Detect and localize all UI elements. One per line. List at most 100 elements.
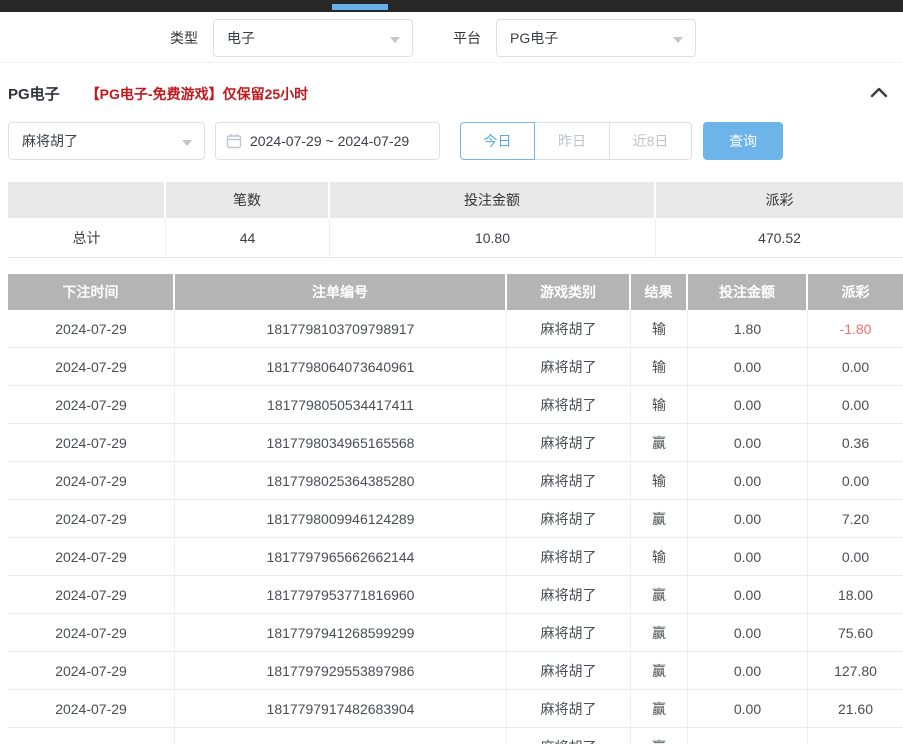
bet-amount-cell bbox=[688, 728, 808, 744]
bets-rows: 2024-07-29 1817798103709798917 麻将胡了 输 1.… bbox=[8, 310, 903, 744]
bet-date-cell: 2024-07-29 bbox=[8, 614, 175, 651]
bet-amount-cell: 0.00 bbox=[688, 652, 808, 689]
table-row: 2024-07-29 1817798009946124289 麻将胡了 赢 0.… bbox=[8, 500, 903, 538]
bet-amount-cell: 0.00 bbox=[688, 500, 808, 537]
order-number-cell: 1817798025364385280 bbox=[175, 462, 507, 499]
payout-cell bbox=[808, 728, 903, 744]
summary-total-label: 总计 bbox=[8, 218, 166, 257]
result-cell: 赢 bbox=[631, 652, 688, 689]
summary-bet-value: 10.80 bbox=[330, 218, 656, 257]
col-bet-time: 下注时间 bbox=[8, 274, 175, 310]
bet-amount-cell: 0.00 bbox=[688, 690, 808, 727]
payout-cell: 127.80 bbox=[808, 652, 903, 689]
bet-date-cell: 2024-07-29 bbox=[8, 462, 175, 499]
type-select[interactable]: 电子 bbox=[213, 19, 413, 57]
calendar-icon bbox=[226, 133, 242, 149]
platform-select[interactable]: PG电子 bbox=[496, 19, 696, 57]
search-button[interactable]: 查询 bbox=[703, 122, 783, 160]
summary-header-payout: 派彩 bbox=[656, 182, 903, 218]
bet-amount-cell: 0.00 bbox=[688, 576, 808, 613]
bet-date-cell: 2024-07-29 bbox=[8, 500, 175, 537]
bet-date-cell: 2024-07-29 bbox=[8, 424, 175, 461]
panel-notice: 【PG电子-免费游戏】仅保留25小时 bbox=[86, 84, 308, 104]
last8days-button[interactable]: 近8日 bbox=[610, 122, 692, 160]
order-number-cell: 1817797929553897986 bbox=[175, 652, 507, 689]
game-type-cell: 麻将胡了 bbox=[507, 310, 631, 347]
game-type-cell: 麻将胡了 bbox=[507, 462, 631, 499]
game-select-value: 麻将胡了 bbox=[22, 131, 78, 151]
today-button[interactable]: 今日 bbox=[460, 122, 535, 160]
table-row: 2024-07-29 1817797965662662144 麻将胡了 输 0.… bbox=[8, 538, 903, 576]
top-filter-row: 类型 电子 平台 PG电子 bbox=[170, 19, 696, 57]
type-select-value: 电子 bbox=[227, 28, 255, 48]
game-type-cell: 麻将胡了 bbox=[507, 386, 631, 423]
game-type-cell: 麻将胡了 bbox=[507, 538, 631, 575]
table-row: 麻将胡了 赢 bbox=[8, 728, 903, 744]
game-type-cell: 麻将胡了 bbox=[507, 728, 631, 744]
platform-select-value: PG电子 bbox=[510, 28, 558, 48]
order-number-cell: 1817797965662662144 bbox=[175, 538, 507, 575]
bet-date-cell: 2024-07-29 bbox=[8, 576, 175, 613]
collapse-chevron-up-icon[interactable] bbox=[867, 81, 891, 105]
summary-payout-value: 470.52 bbox=[656, 218, 903, 257]
result-cell: 赢 bbox=[631, 614, 688, 651]
table-row: 2024-07-29 1817798064073640961 麻将胡了 输 0.… bbox=[8, 348, 903, 386]
date-range-picker[interactable]: 2024-07-29 ~ 2024-07-29 bbox=[215, 122, 440, 160]
order-number-cell: 1817798034965165568 bbox=[175, 424, 507, 461]
bet-date-cell: 2024-07-29 bbox=[8, 348, 175, 385]
quick-date-button-group: 今日 昨日 近8日 bbox=[460, 122, 692, 160]
bet-amount-cell: 0.00 bbox=[688, 348, 808, 385]
order-number-cell: 1817798009946124289 bbox=[175, 500, 507, 537]
bet-date-cell: 2024-07-29 bbox=[8, 310, 175, 347]
result-cell: 输 bbox=[631, 538, 688, 575]
summary-header-count: 笔数 bbox=[166, 182, 330, 218]
order-number-cell bbox=[175, 728, 507, 744]
result-cell: 输 bbox=[631, 310, 688, 347]
bets-table: 下注时间 注单编号 游戏类别 结果 投注金额 派彩 2024-07-29 181… bbox=[8, 274, 903, 744]
game-type-cell: 麻将胡了 bbox=[507, 500, 631, 537]
result-cell: 输 bbox=[631, 462, 688, 499]
table-row: 2024-07-29 1817798034965165568 麻将胡了 赢 0.… bbox=[8, 424, 903, 462]
order-number-cell: 1817797917482683904 bbox=[175, 690, 507, 727]
game-select[interactable]: 麻将胡了 bbox=[8, 122, 205, 160]
bet-amount-cell: 0.00 bbox=[688, 386, 808, 423]
game-type-cell: 麻将胡了 bbox=[507, 614, 631, 651]
table-row: 2024-07-29 1817797953771816960 麻将胡了 赢 0.… bbox=[8, 576, 903, 614]
order-number-cell: 1817797953771816960 bbox=[175, 576, 507, 613]
col-order-no: 注单编号 bbox=[175, 274, 507, 310]
game-type-cell: 麻将胡了 bbox=[507, 576, 631, 613]
summary-total-row: 总计 44 10.80 470.52 bbox=[8, 218, 903, 258]
panel-header: PG电子 【PG电子-免费游戏】仅保留25小时 bbox=[8, 83, 895, 104]
order-number-cell: 1817798064073640961 bbox=[175, 348, 507, 385]
type-label: 类型 bbox=[170, 28, 198, 48]
col-bet-amount: 投注金额 bbox=[688, 274, 808, 310]
bet-date-cell: 2024-07-29 bbox=[8, 690, 175, 727]
bet-amount-cell: 0.00 bbox=[688, 462, 808, 499]
result-cell: 赢 bbox=[631, 690, 688, 727]
game-type-cell: 麻将胡了 bbox=[507, 652, 631, 689]
section-divider bbox=[0, 62, 903, 63]
top-bar bbox=[0, 0, 903, 12]
query-filter-row: 麻将胡了 2024-07-29 ~ 2024-07-29 今日 昨日 近8日 查… bbox=[8, 122, 783, 160]
result-cell: 赢 bbox=[631, 424, 688, 461]
bet-amount-cell: 1.80 bbox=[688, 310, 808, 347]
game-type-cell: 麻将胡了 bbox=[507, 348, 631, 385]
payout-cell: 0.00 bbox=[808, 538, 903, 575]
summary-count-value: 44 bbox=[166, 218, 330, 257]
table-row: 2024-07-29 1817798103709798917 麻将胡了 输 1.… bbox=[8, 310, 903, 348]
result-cell: 赢 bbox=[631, 500, 688, 537]
col-game-type: 游戏类别 bbox=[507, 274, 631, 310]
chevron-down-icon bbox=[673, 37, 683, 43]
bet-date-cell bbox=[8, 728, 175, 744]
chevron-down-icon bbox=[390, 37, 400, 43]
result-cell: 输 bbox=[631, 386, 688, 423]
bets-header-row: 下注时间 注单编号 游戏类别 结果 投注金额 派彩 bbox=[8, 274, 903, 310]
yesterday-button[interactable]: 昨日 bbox=[535, 122, 610, 160]
payout-cell: 0.00 bbox=[808, 348, 903, 385]
date-range-value: 2024-07-29 ~ 2024-07-29 bbox=[250, 133, 409, 149]
payout-cell: 75.60 bbox=[808, 614, 903, 651]
chevron-down-icon bbox=[182, 140, 192, 146]
order-number-cell: 1817797941268599299 bbox=[175, 614, 507, 651]
payout-cell: 0.00 bbox=[808, 386, 903, 423]
platform-label: 平台 bbox=[453, 28, 481, 48]
